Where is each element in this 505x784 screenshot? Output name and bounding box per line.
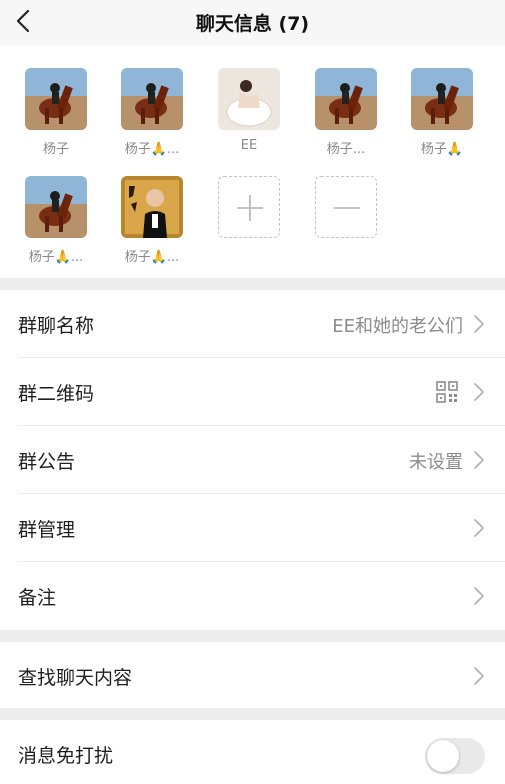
search-history-row[interactable]: 查找聊天内容	[18, 642, 505, 708]
avatar	[411, 68, 473, 130]
member-item[interactable]: 杨子...	[308, 68, 384, 157]
chevron-right-icon	[474, 667, 484, 685]
row-label: 备注	[18, 587, 57, 609]
row-label: 消息免打扰	[18, 745, 114, 767]
member-name: EE	[240, 138, 258, 153]
remark-row[interactable]: 备注	[18, 562, 505, 630]
chevron-right-icon	[474, 519, 484, 537]
member-name: 杨子	[42, 142, 69, 157]
chevron-right-icon	[474, 587, 484, 605]
member-item[interactable]: 杨子🙏...	[114, 68, 190, 157]
mute-toggle[interactable]	[425, 738, 485, 774]
search-section: 查找聊天内容	[0, 642, 505, 708]
settings-section: 群聊名称 EE和她的老公们 群二维码 群公告 未设置 群管理 备注	[0, 290, 505, 630]
avatar	[25, 68, 87, 130]
announcement-row[interactable]: 群公告 未设置	[18, 426, 505, 494]
member-grid: 杨子 杨子🙏... EE 杨子... 杨子🙏 杨子🙏... 杨子🙏...	[0, 46, 505, 278]
qr-code-icon	[436, 381, 458, 403]
chevron-right-icon	[474, 383, 484, 401]
minus-icon	[334, 207, 360, 209]
row-label: 群公告	[18, 451, 76, 473]
member-item[interactable]: EE	[211, 68, 287, 153]
page-title: 聊天信息 (7)	[195, 13, 310, 35]
mute-row: 消息免打扰	[18, 720, 505, 784]
member-name: 杨子...	[326, 142, 366, 157]
group-name-row[interactable]: 群聊名称 EE和她的老公们	[18, 290, 505, 358]
member-name: 杨子🙏	[420, 142, 464, 157]
row-label: 群聊名称	[18, 315, 95, 337]
chevron-right-icon	[474, 315, 484, 333]
group-name-value: EE和她的老公们	[332, 316, 463, 337]
announcement-value: 未设置	[409, 452, 463, 473]
member-item[interactable]: 杨子🙏	[404, 68, 480, 157]
plus-icon	[237, 195, 263, 221]
top-bar: 聊天信息 (7)	[0, 0, 505, 46]
avatar	[121, 68, 183, 130]
member-item[interactable]: 杨子🙏...	[114, 176, 190, 265]
member-name: 杨子🙏...	[124, 250, 180, 265]
management-row[interactable]: 群管理	[18, 494, 505, 562]
toggle-knob	[427, 740, 459, 772]
chat-info-page: 聊天信息 (7) 杨子 杨子🙏... EE 杨子... 杨子🙏 杨子🙏... 杨…	[0, 0, 505, 784]
notification-section: 消息免打扰	[0, 720, 505, 784]
member-item[interactable]: 杨子	[18, 68, 94, 157]
avatar	[315, 68, 377, 130]
avatar	[121, 176, 183, 238]
avatar	[218, 68, 280, 130]
add-member-button[interactable]	[218, 176, 280, 238]
chevron-right-icon	[474, 451, 484, 469]
member-name: 杨子🙏...	[28, 250, 84, 265]
row-label: 查找聊天内容	[18, 667, 133, 689]
row-label: 群二维码	[18, 383, 95, 405]
member-name: 杨子🙏...	[124, 142, 180, 157]
member-item[interactable]: 杨子🙏...	[18, 176, 94, 265]
row-label: 群管理	[18, 519, 76, 541]
avatar	[25, 176, 87, 238]
remove-member-button[interactable]	[315, 176, 377, 238]
qr-code-row[interactable]: 群二维码	[18, 358, 505, 426]
